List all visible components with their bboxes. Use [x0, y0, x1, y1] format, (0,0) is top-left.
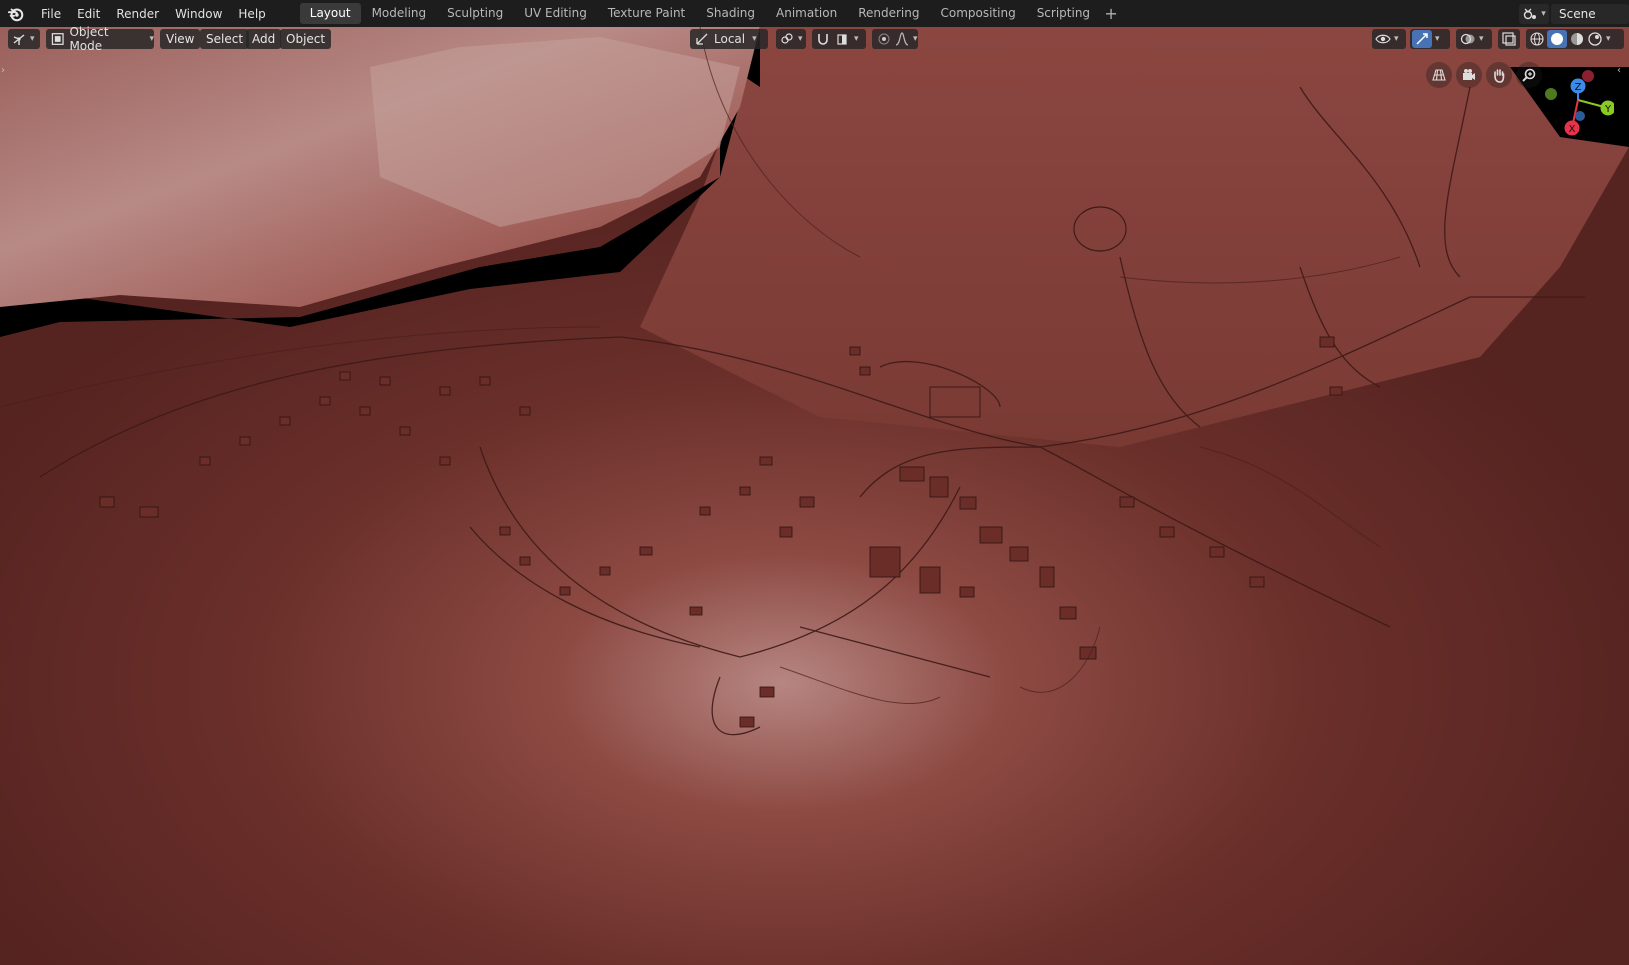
chevron-down-icon: ▾: [854, 34, 859, 44]
snap-controls[interactable]: ▾: [812, 29, 866, 49]
z-axis-label: Z: [1575, 82, 1582, 93]
tab-layout[interactable]: Layout: [299, 3, 361, 24]
blender-logo-icon[interactable]: [7, 5, 25, 23]
chevron-down-icon: ▾: [1394, 34, 1399, 44]
tab-uv-editing[interactable]: UV Editing: [514, 3, 597, 24]
shading-modes[interactable]: ▾: [1526, 29, 1624, 49]
tab-compositing[interactable]: Compositing: [930, 3, 1025, 24]
viewport-menu-view[interactable]: View: [160, 29, 201, 49]
orientation-label: Local: [714, 32, 746, 46]
overlays-icon: [1460, 33, 1475, 45]
workspace-tabs: Layout Modeling Sculpting UV Editing Tex…: [299, 0, 1121, 27]
gizmo-toggle-active[interactable]: [1412, 30, 1432, 48]
tab-scripting[interactable]: Scripting: [1027, 3, 1100, 24]
magnet-icon: [818, 34, 828, 45]
camera-view-button[interactable]: [1456, 62, 1482, 88]
menu-window[interactable]: Window: [167, 3, 230, 25]
orientation-icon: [696, 33, 708, 45]
chevron-down-icon: ▾: [798, 34, 803, 44]
top-bar: File Edit Render Window Help Layout Mode…: [0, 0, 1629, 27]
tab-modeling[interactable]: Modeling: [362, 3, 437, 24]
chevron-down-icon: ▾: [913, 34, 918, 44]
pivot-point-button[interactable]: ▾: [776, 29, 806, 49]
chevron-down-icon: ▾: [752, 34, 757, 44]
chevron-down-icon: ▾: [1541, 8, 1546, 19]
object-mode-icon: [51, 33, 64, 45]
proportional-editing[interactable]: ▾: [872, 29, 918, 49]
solid-shading-button[interactable]: [1547, 30, 1567, 48]
navigation-gizmo[interactable]: Z Y X: [1542, 70, 1616, 140]
editor-type-icon: [13, 34, 25, 45]
tab-sculpting[interactable]: Sculpting: [437, 3, 513, 24]
sidebar-expand-icon[interactable]: ‹: [1617, 65, 1621, 76]
toggle-perspective-button[interactable]: [1426, 62, 1452, 88]
mode-dropdown[interactable]: Object Mode ▾: [46, 25, 154, 53]
chevron-down-icon: ▾: [1479, 34, 1484, 44]
viewport-menu-select[interactable]: Select: [200, 29, 250, 49]
scene-icon: [1524, 8, 1537, 19]
proportional-edit-icon: [878, 33, 890, 45]
viewport-header: ▾ Object Mode ▾ View Select Add Object L…: [0, 25, 1629, 53]
hand-icon: [1494, 69, 1505, 83]
chevron-down-icon: ▾: [1435, 34, 1440, 44]
overlays-dropdown[interactable]: ▾: [1456, 29, 1492, 49]
menu-render[interactable]: Render: [108, 3, 167, 25]
xray-icon: [1502, 32, 1516, 46]
viewport-menu-object[interactable]: Object: [280, 29, 332, 49]
editor-type-button[interactable]: ▾: [8, 29, 40, 49]
tab-texture-paint[interactable]: Texture Paint: [598, 3, 695, 24]
gizmo-toggle[interactable]: ▾: [1410, 29, 1450, 49]
rendered-shading-icon[interactable]: [1587, 31, 1603, 47]
tab-animation[interactable]: Animation: [766, 3, 847, 24]
wireframe-shading-icon[interactable]: [1529, 31, 1545, 47]
neg-x-axis-dot[interactable]: [1582, 70, 1594, 82]
material-preview-icon[interactable]: [1569, 31, 1585, 47]
solid-shading-icon: [1551, 33, 1563, 45]
axis-gizmo[interactable]: Z Y X: [1542, 70, 1616, 140]
menu-help[interactable]: Help: [230, 3, 273, 25]
neg-z-axis-dot[interactable]: [1575, 111, 1585, 121]
3d-viewport[interactable]: › ‹: [0, 27, 1629, 965]
menu-edit[interactable]: Edit: [69, 3, 108, 25]
neg-y-axis-dot[interactable]: [1545, 88, 1557, 100]
add-workspace-button[interactable]: +: [1101, 4, 1121, 24]
zoom-view-button[interactable]: [1516, 62, 1542, 88]
y-axis-label: Y: [1604, 104, 1612, 115]
transform-orientation-dropdown[interactable]: Local ▾: [690, 29, 768, 49]
falloff-curve-icon: [895, 32, 909, 46]
zoom-icon: [1522, 68, 1536, 82]
terrain-scene: [0, 27, 1629, 965]
gizmo-icon: [1416, 33, 1428, 45]
chevron-down-icon: ▾: [149, 34, 154, 44]
pan-view-button[interactable]: [1486, 62, 1512, 88]
eye-icon: [1375, 34, 1391, 44]
x-axis-label: X: [1569, 124, 1576, 135]
tab-rendering[interactable]: Rendering: [848, 3, 929, 24]
tab-shading[interactable]: Shading: [696, 3, 765, 24]
visibility-dropdown[interactable]: ▾: [1372, 29, 1406, 49]
camera-icon: [1463, 69, 1475, 80]
mode-label: Object Mode: [69, 25, 109, 53]
menu-file[interactable]: File: [33, 3, 69, 25]
viewport-menu-add[interactable]: Add: [246, 29, 282, 49]
snap-target-icon: [837, 34, 847, 45]
chevron-down-icon: ▾: [1606, 34, 1611, 44]
scene-name-field[interactable]: Scene: [1551, 3, 1629, 24]
scene-selector: ▾ Scene: [1519, 0, 1629, 27]
xray-toggle[interactable]: [1498, 29, 1520, 49]
pivot-icon: [781, 33, 793, 44]
grid-icon: [1432, 69, 1446, 81]
chevron-down-icon: ▾: [30, 34, 35, 44]
scene-browse-button[interactable]: ▾: [1519, 3, 1549, 24]
toolbar-expand-icon[interactable]: ›: [1, 65, 5, 76]
